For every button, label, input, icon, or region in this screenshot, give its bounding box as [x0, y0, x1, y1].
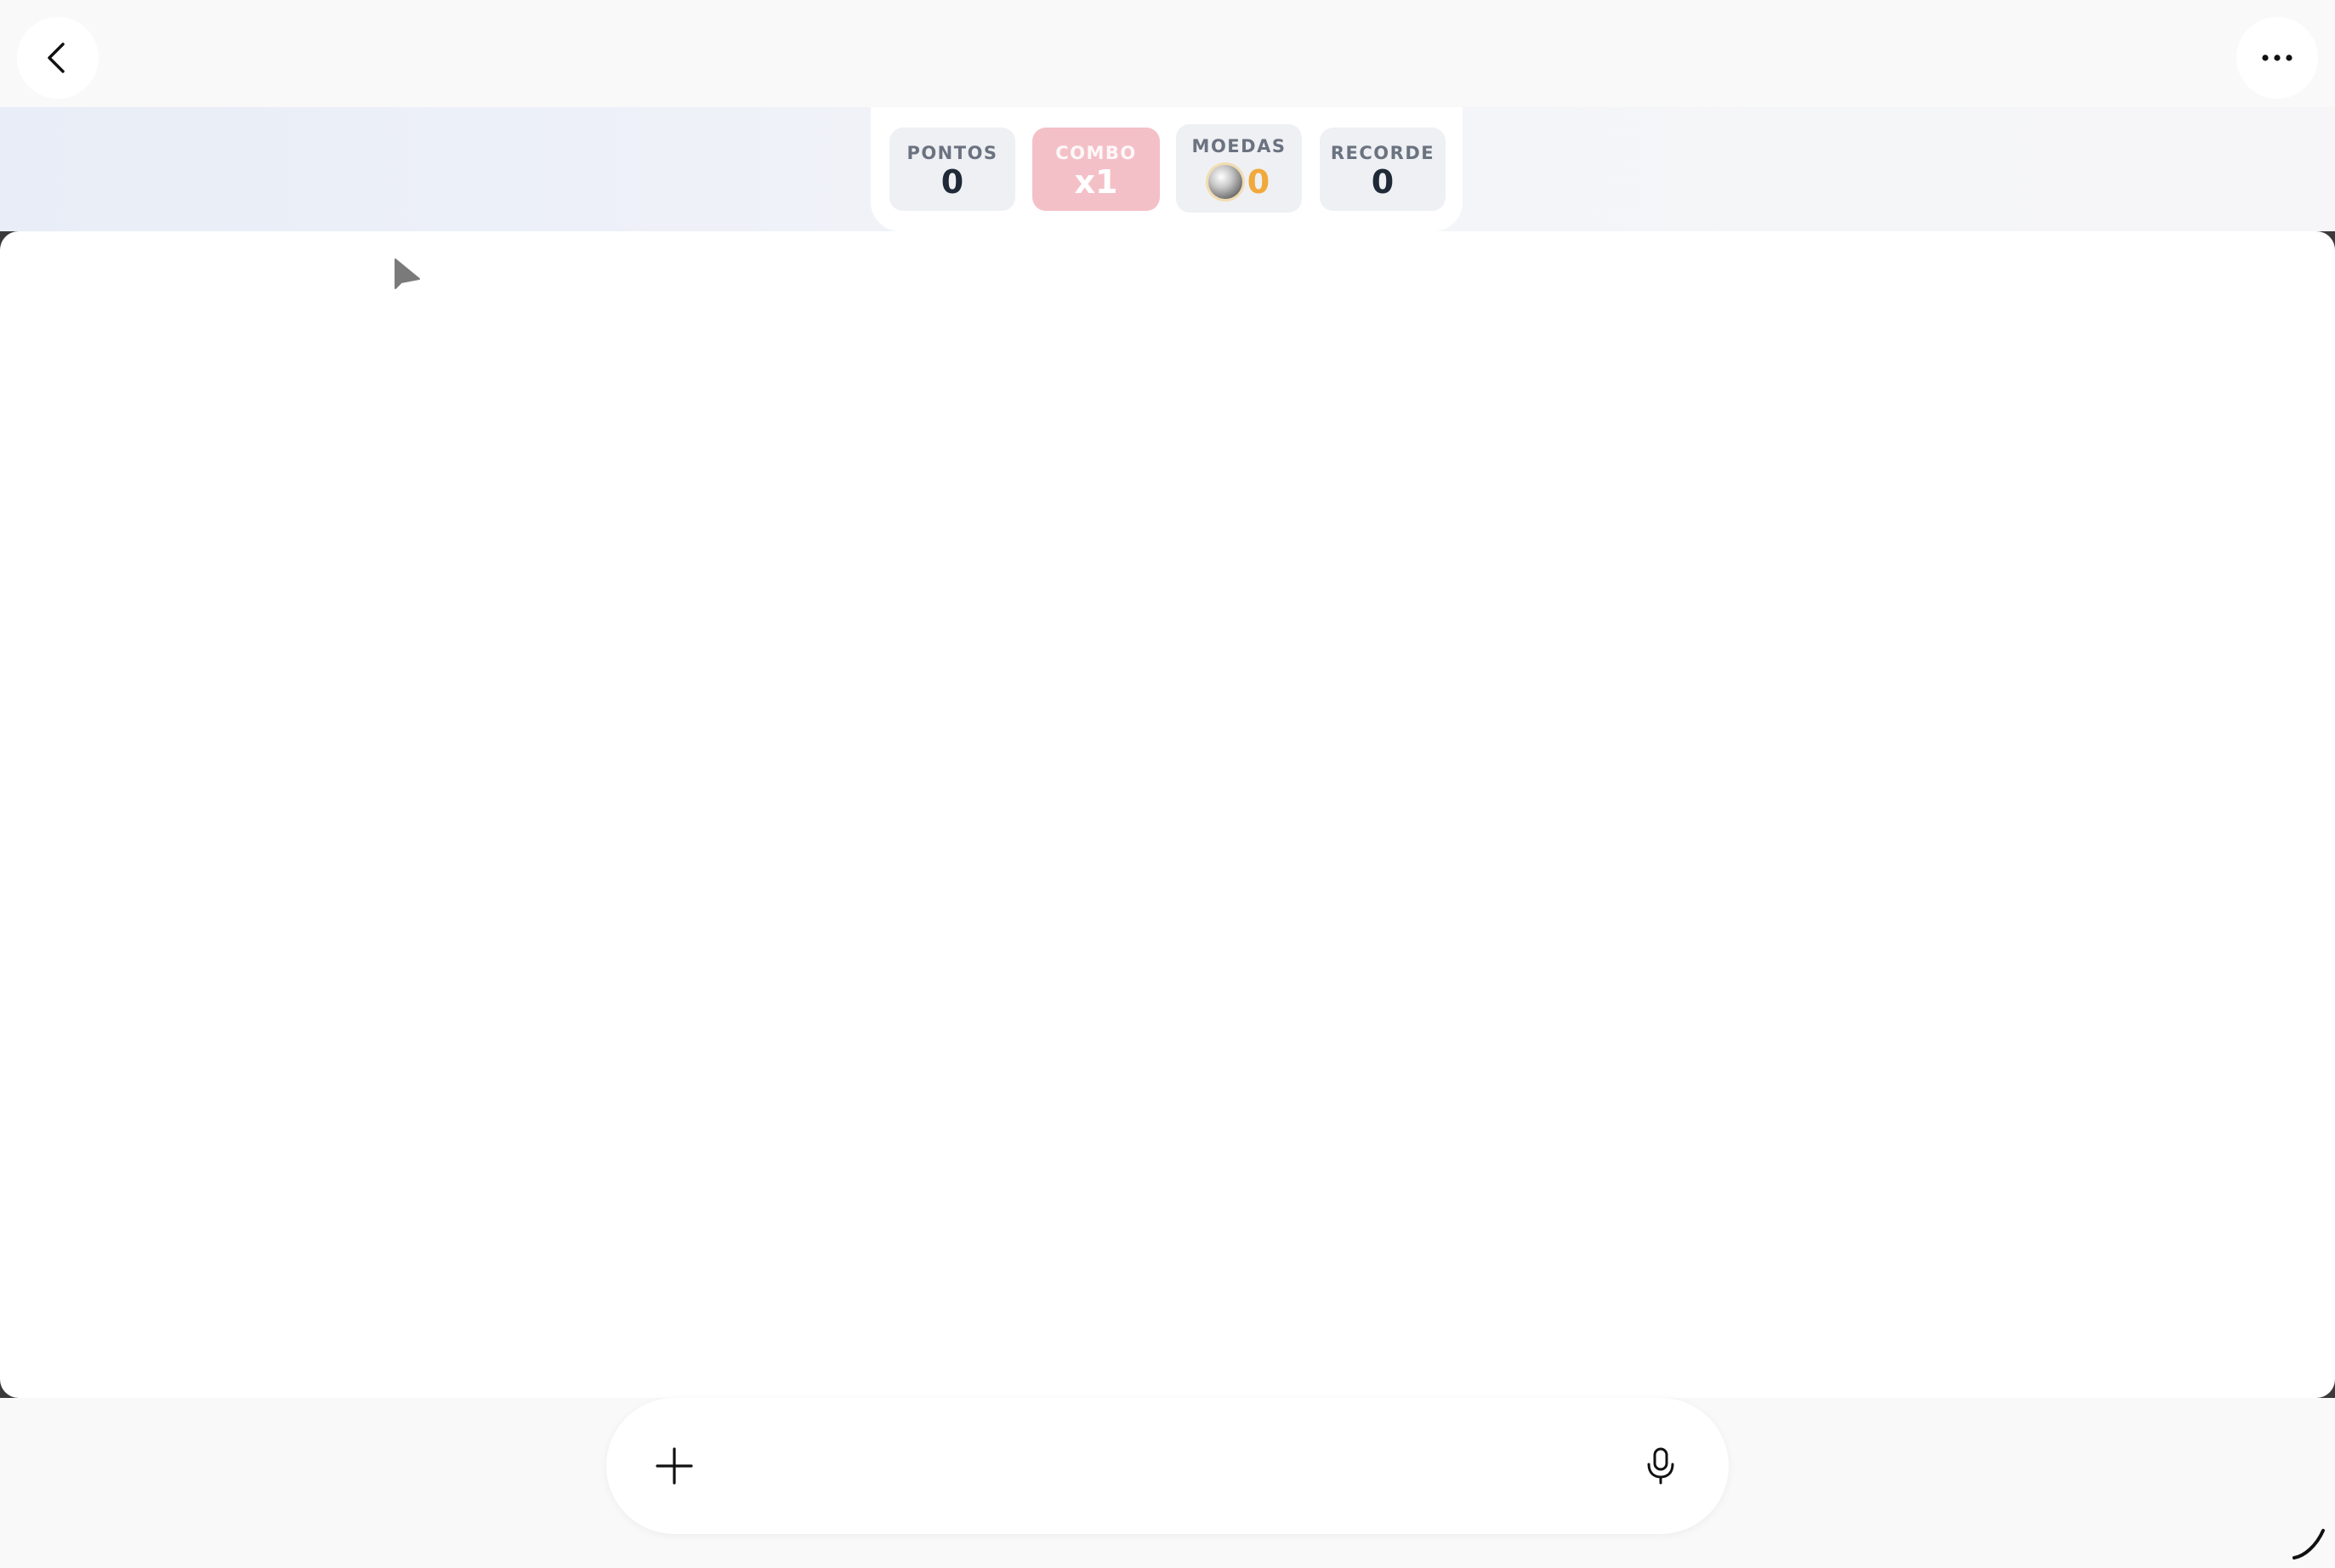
coin-icon: [1207, 165, 1242, 199]
score-stat: PONTOS 0: [889, 128, 1015, 211]
microphone-button[interactable]: [1627, 1432, 1695, 1500]
coins-row: 0: [1176, 165, 1302, 199]
combo-stat: COMBO x1: [1032, 128, 1160, 211]
coins-stat: MOEDAS 0: [1176, 124, 1302, 213]
game-area-frame: [0, 231, 2335, 1398]
more-horizontal-icon: [2262, 54, 2292, 61]
more-options-button[interactable]: [2236, 17, 2318, 99]
add-button[interactable]: [640, 1432, 708, 1500]
game-canvas[interactable]: [0, 231, 2335, 1398]
record-value: 0: [1371, 163, 1395, 201]
player-arrow-icon: [395, 258, 420, 289]
score-value: 0: [940, 163, 964, 201]
top-app-bar: [0, 0, 2335, 107]
combo-label: COMBO: [1055, 143, 1137, 163]
score-hud: PONTOS 0 COMBO x1 MOEDAS 0 RECORDE 0: [871, 107, 1463, 231]
microphone-icon: [1647, 1447, 1674, 1485]
coins-label: MOEDAS: [1191, 136, 1287, 156]
record-stat: RECORDE 0: [1320, 128, 1446, 211]
resize-handle-icon[interactable]: [2291, 1524, 2328, 1561]
message-composer[interactable]: [606, 1398, 1729, 1534]
record-label: RECORDE: [1330, 143, 1435, 163]
chevron-left-icon: [48, 43, 65, 73]
coins-value: 0: [1247, 163, 1270, 201]
plus-icon: [656, 1447, 693, 1485]
bottom-bar: [0, 1398, 2335, 1568]
combo-value: x1: [1074, 163, 1118, 201]
back-button[interactable]: [17, 17, 99, 99]
score-label: PONTOS: [906, 143, 998, 163]
